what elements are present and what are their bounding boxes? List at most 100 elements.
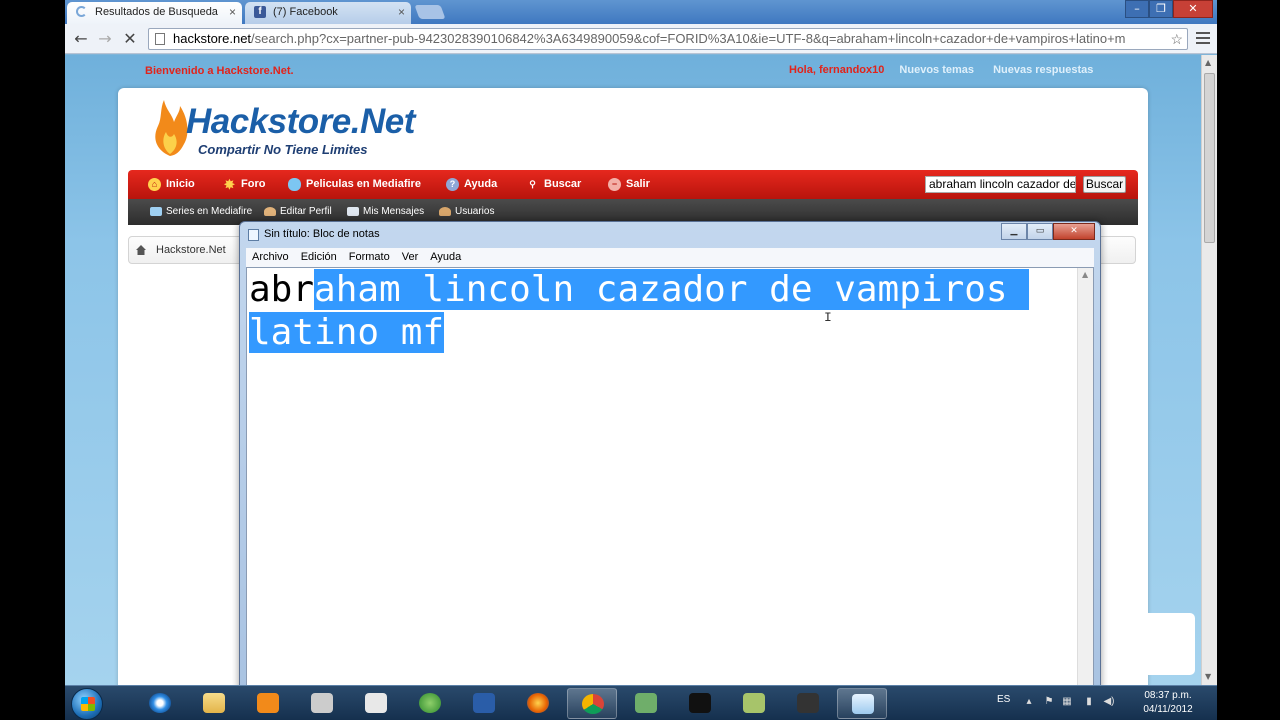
search-input[interactable]: abraham lincoln cazador de vampiros lati… — [925, 176, 1076, 193]
user-greeting[interactable]: Hola, fernandox10 — [789, 64, 884, 76]
cloud-icon — [150, 207, 162, 216]
forward-icon[interactable]: → — [95, 29, 115, 49]
page-scrollbar[interactable]: ▲ ▼ — [1201, 55, 1217, 685]
taskbar-app13[interactable] — [783, 688, 833, 719]
notepad-icon — [852, 694, 874, 714]
tab-facebook[interactable]: f (7) Facebook × — [245, 2, 411, 24]
taskbar-app4[interactable] — [297, 688, 347, 719]
signal-icon[interactable]: ▮ — [1083, 696, 1095, 708]
notepad-menubar: Archivo Edición Formato Ver Ayuda — [246, 248, 1094, 267]
taskbar-app7[interactable] — [459, 688, 509, 719]
home-icon: ⌂ — [148, 178, 161, 191]
search-button[interactable]: Buscar — [1083, 176, 1126, 193]
new-tab-button[interactable] — [414, 5, 446, 19]
side-panel — [1095, 613, 1195, 675]
globe-icon — [419, 693, 441, 713]
nav-buscar[interactable]: ⚲ Buscar — [526, 170, 581, 199]
subnav-series[interactable]: Series en Mediafire — [150, 199, 252, 225]
robot-icon — [311, 693, 333, 713]
taskbar-notepad[interactable] — [837, 688, 887, 719]
clock[interactable]: 08:37 p.m. 04/11/2012 — [1133, 689, 1203, 717]
new-topics-link[interactable]: Nuevos temas — [899, 64, 974, 76]
browser-tabstrip: Resultados de Busqueda × f (7) Facebook … — [65, 0, 1217, 24]
screen: Resultados de Busqueda × f (7) Facebook … — [65, 0, 1217, 720]
menu-icon[interactable] — [1193, 29, 1213, 49]
taskbar-app10[interactable] — [621, 688, 671, 719]
internet-explorer-icon — [149, 693, 171, 713]
minimize-button[interactable]: – — [1125, 0, 1149, 18]
chrome-icon — [582, 694, 604, 714]
text-cursor-icon: I — [824, 310, 832, 325]
tab-close-button[interactable]: × — [229, 2, 236, 22]
new-replies-link[interactable]: Nuevas respuestas — [993, 64, 1093, 76]
tab-title: (7) Facebook — [273, 6, 338, 18]
taskbar-media[interactable] — [243, 688, 293, 719]
menu-edicion[interactable]: Edición — [295, 248, 343, 263]
nav-label: Buscar — [544, 178, 582, 190]
notepad-icon — [248, 229, 259, 241]
url-host: hackstore.net — [173, 31, 252, 46]
green-app-icon — [743, 693, 765, 713]
logout-icon: − — [608, 178, 621, 191]
maximize-button[interactable]: ❐ — [1149, 0, 1173, 18]
maximize-button[interactable]: ▭ — [1027, 223, 1053, 240]
subnav-label: Usuarios — [455, 206, 495, 217]
mail-icon — [347, 207, 359, 216]
scroll-up-icon[interactable]: ▲ — [1082, 270, 1088, 279]
stop-icon[interactable]: ✕ — [120, 29, 140, 49]
menu-archivo[interactable]: Archivo — [246, 248, 295, 263]
taskbar-app5[interactable] — [351, 688, 401, 719]
nav-foro[interactable]: ✸ Foro — [223, 170, 265, 199]
nav-label: Peliculas en Mediafire — [306, 178, 421, 190]
flag-icon[interactable]: ⚑ — [1043, 696, 1055, 708]
site-logo[interactable]: Hackstore.Net Compartir No Tiene Limites — [150, 96, 430, 164]
star-icon[interactable]: ☆ — [1170, 29, 1183, 49]
firefox-icon — [527, 693, 549, 713]
taskbar-ie[interactable] — [135, 688, 185, 719]
volume-icon[interactable]: ◀) — [1103, 696, 1115, 708]
taskbar-explorer[interactable] — [189, 688, 239, 719]
close-button[interactable]: ✕ — [1053, 223, 1095, 240]
subnav-label: Series en Mediafire — [166, 206, 253, 217]
nav-ayuda[interactable]: ? Ayuda — [446, 170, 497, 199]
notepad-text-area[interactable]: abraham lincoln cazador de vampiros lati… — [246, 267, 1094, 687]
star-burst-icon: ✸ — [224, 177, 235, 192]
tab-close-button[interactable]: × — [398, 2, 405, 22]
scroll-up-icon[interactable]: ▲ — [1205, 58, 1211, 67]
close-button[interactable]: ✕ — [1173, 0, 1213, 18]
taskbar-app6[interactable] — [405, 688, 455, 719]
scroll-thumb[interactable] — [1204, 73, 1215, 243]
taskbar-app11[interactable] — [675, 688, 725, 719]
logo-subtitle: Compartir No Tiene Limites — [198, 142, 368, 157]
notepad-scrollbar[interactable]: ▲ — [1077, 268, 1093, 686]
back-icon[interactable]: ← — [71, 29, 91, 49]
tab-title: Resultados de Busqueda — [95, 6, 218, 18]
loading-icon — [76, 6, 87, 17]
media-player-icon — [257, 693, 279, 713]
nav-inicio[interactable]: ⌂ Inicio — [148, 170, 195, 199]
help-icon: ? — [446, 178, 459, 191]
taskbar-chrome[interactable] — [567, 688, 617, 719]
home-icon[interactable] — [136, 245, 146, 255]
nav-peliculas[interactable]: Peliculas en Mediafire — [288, 170, 421, 199]
start-button[interactable] — [71, 688, 103, 720]
address-bar[interactable]: hackstore.net/search.php?cx=partner-pub-… — [148, 28, 1188, 50]
menu-ver[interactable]: Ver — [396, 248, 425, 263]
taskbar-app12[interactable] — [729, 688, 779, 719]
nav-salir[interactable]: − Salir — [608, 170, 650, 199]
network-icon[interactable]: ▦ — [1061, 696, 1073, 708]
menu-ayuda[interactable]: Ayuda — [424, 248, 467, 263]
notepad-text[interactable]: abraham lincoln cazador de vampiros lati… — [249, 268, 1079, 354]
scroll-down-icon[interactable]: ▼ — [1205, 672, 1211, 681]
nav-label: Inicio — [166, 178, 195, 190]
minimize-button[interactable]: ▁ — [1001, 223, 1027, 240]
language-indicator[interactable]: ES — [997, 694, 1010, 705]
notepad-title: Sin título: Bloc de notas — [264, 228, 380, 240]
flame-icon — [155, 100, 188, 156]
taskbar-firefox[interactable] — [513, 688, 563, 719]
breadcrumb-link[interactable]: Hackstore.Net — [156, 244, 226, 256]
menu-formato[interactable]: Formato — [343, 248, 396, 263]
tab-resultados[interactable]: Resultados de Busqueda × — [67, 2, 242, 24]
notes-icon — [365, 693, 387, 713]
show-hidden-icon[interactable]: ▴ — [1023, 696, 1035, 708]
